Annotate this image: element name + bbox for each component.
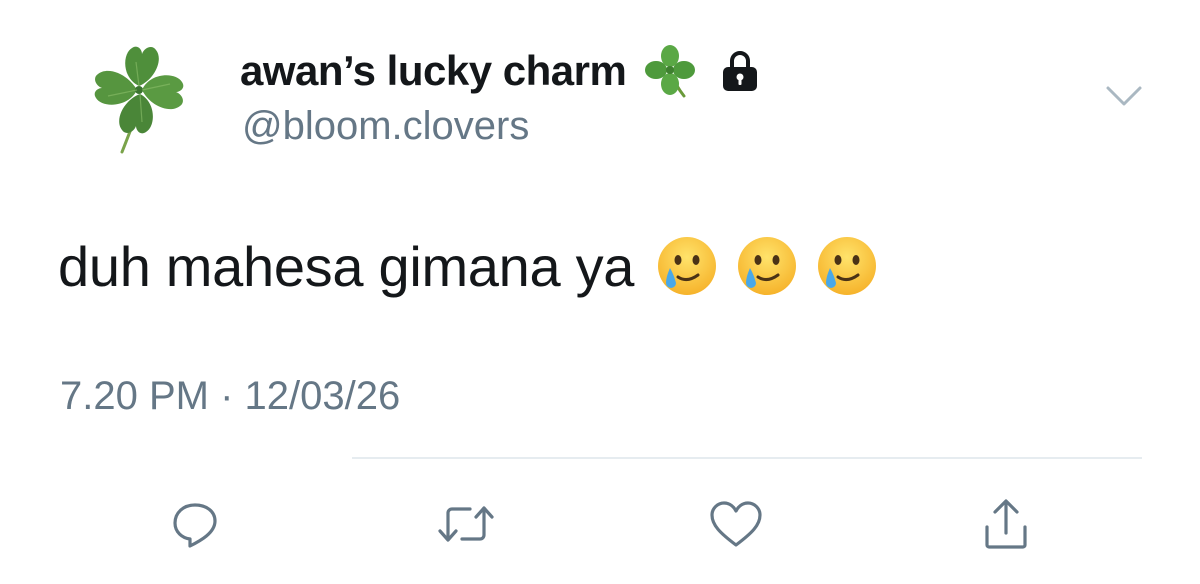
retweet-button[interactable]	[436, 494, 496, 554]
smiling-face-with-tear-icon	[658, 237, 717, 295]
share-button[interactable]	[976, 494, 1036, 554]
divider	[352, 457, 1142, 459]
smiling-face-with-tear-icon	[818, 237, 877, 295]
smiling-face-with-tear-icon	[738, 237, 797, 295]
share-icon	[985, 499, 1027, 549]
like-icon	[710, 501, 762, 547]
timestamp[interactable]: 7.20 PM · 12/03/26	[60, 374, 400, 419]
reply-button[interactable]	[165, 494, 225, 554]
four-leaf-clover-emoji-icon	[645, 45, 696, 98]
tweet-text-content: duh mahesa gimana ya	[58, 234, 635, 298]
handle[interactable]: @bloom.clovers	[242, 104, 529, 149]
like-button[interactable]	[706, 494, 766, 554]
name-row: awan’s lucky charm	[240, 42, 760, 100]
tweet: awan’s lucky charm @bloom.clovers duh ma…	[0, 0, 1200, 584]
tweet-text: duh mahesa gimana ya	[58, 228, 878, 304]
lock-icon	[723, 51, 758, 91]
avatar[interactable]	[92, 40, 188, 154]
reply-icon	[173, 503, 217, 548]
retweet-icon	[438, 506, 494, 542]
display-name[interactable]: awan’s lucky charm	[240, 47, 627, 95]
chevron-down-icon[interactable]	[1104, 84, 1144, 108]
